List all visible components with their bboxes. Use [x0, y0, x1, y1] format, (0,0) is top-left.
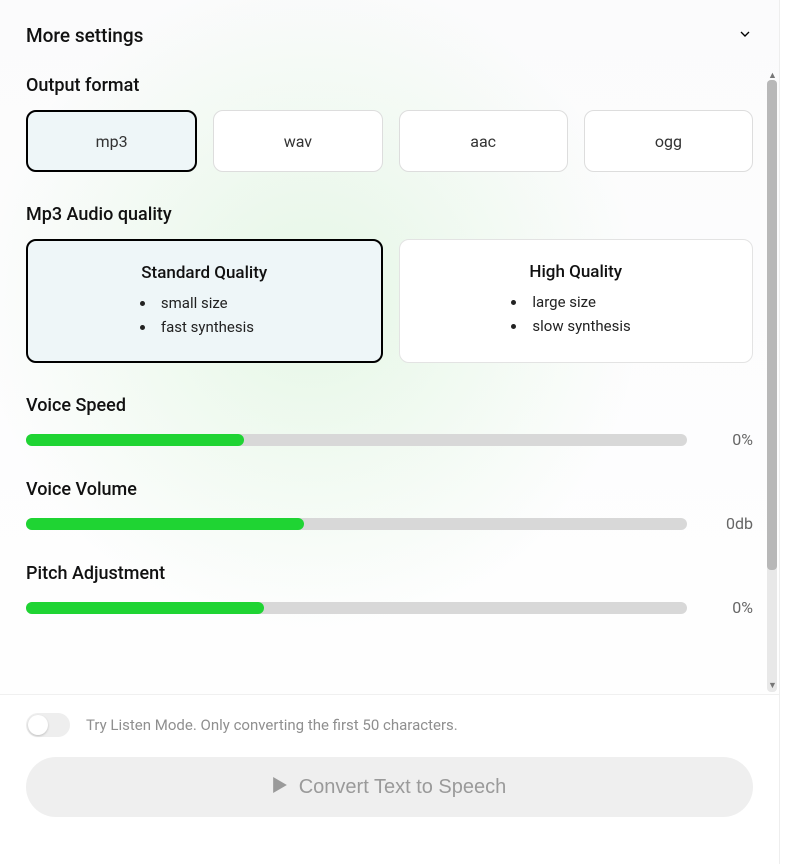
- more-settings-title: More settings: [26, 24, 143, 47]
- slider-fill: [26, 602, 264, 614]
- voice-volume-label: Voice Volume: [26, 479, 753, 500]
- format-option-ogg[interactable]: ogg: [584, 110, 753, 172]
- quality-card-high[interactable]: High Quality large size slow synthesis: [399, 239, 754, 363]
- pitch-value: 0%: [707, 598, 753, 617]
- slider-fill: [26, 434, 244, 446]
- voice-speed-value: 0%: [707, 430, 753, 449]
- quality-card-standard[interactable]: Standard Quality small size fast synthes…: [26, 239, 383, 363]
- output-format-label: Output format: [26, 75, 753, 96]
- chevron-down-icon: [737, 26, 753, 46]
- quality-title: High Quality: [430, 262, 723, 282]
- scroll-up-icon[interactable]: ▲: [768, 70, 776, 78]
- scrollbar-thumb[interactable]: [767, 80, 777, 570]
- scrollbar[interactable]: [767, 80, 777, 692]
- more-settings-header[interactable]: More settings: [26, 24, 753, 47]
- quality-title: Standard Quality: [58, 263, 351, 283]
- listen-mode-toggle[interactable]: [26, 713, 70, 737]
- slider-fill: [26, 518, 304, 530]
- voice-speed-slider[interactable]: [26, 434, 687, 446]
- audio-quality-options: Standard Quality small size fast synthes…: [26, 239, 753, 363]
- voice-volume-slider[interactable]: [26, 518, 687, 530]
- toggle-knob: [28, 715, 48, 735]
- voice-speed-label: Voice Speed: [26, 395, 753, 416]
- settings-panel: More settings Output format mp3 wav aac …: [0, 0, 780, 864]
- audio-quality-label: Mp3 Audio quality: [26, 204, 753, 225]
- quality-points: large size slow synthesis: [430, 290, 723, 338]
- convert-button[interactable]: Convert Text to Speech: [26, 757, 753, 817]
- voice-volume-value: 0db: [707, 514, 753, 533]
- play-icon: [273, 776, 287, 799]
- quality-point: slow synthesis: [511, 314, 722, 338]
- format-option-wav[interactable]: wav: [213, 110, 382, 172]
- format-option-aac[interactable]: aac: [399, 110, 568, 172]
- output-format-options: mp3 wav aac ogg: [26, 110, 753, 172]
- convert-button-label: Convert Text to Speech: [299, 776, 507, 799]
- voice-volume-block: Voice Volume 0db: [26, 479, 753, 533]
- format-option-mp3[interactable]: mp3: [26, 110, 197, 172]
- pitch-slider[interactable]: [26, 602, 687, 614]
- bottom-bar: Try Listen Mode. Only converting the fir…: [0, 694, 779, 864]
- listen-mode-label: Try Listen Mode. Only converting the fir…: [86, 716, 458, 734]
- pitch-block: Pitch Adjustment 0%: [26, 563, 753, 617]
- scroll-down-icon[interactable]: ▼: [768, 680, 776, 688]
- pitch-label: Pitch Adjustment: [26, 563, 753, 584]
- quality-point: fast synthesis: [140, 315, 351, 339]
- quality-point: large size: [511, 290, 722, 314]
- scroll-area: More settings Output format mp3 wav aac …: [0, 0, 779, 694]
- voice-speed-block: Voice Speed 0%: [26, 395, 753, 449]
- listen-mode-row: Try Listen Mode. Only converting the fir…: [26, 713, 753, 737]
- quality-points: small size fast synthesis: [58, 291, 351, 339]
- quality-point: small size: [140, 291, 351, 315]
